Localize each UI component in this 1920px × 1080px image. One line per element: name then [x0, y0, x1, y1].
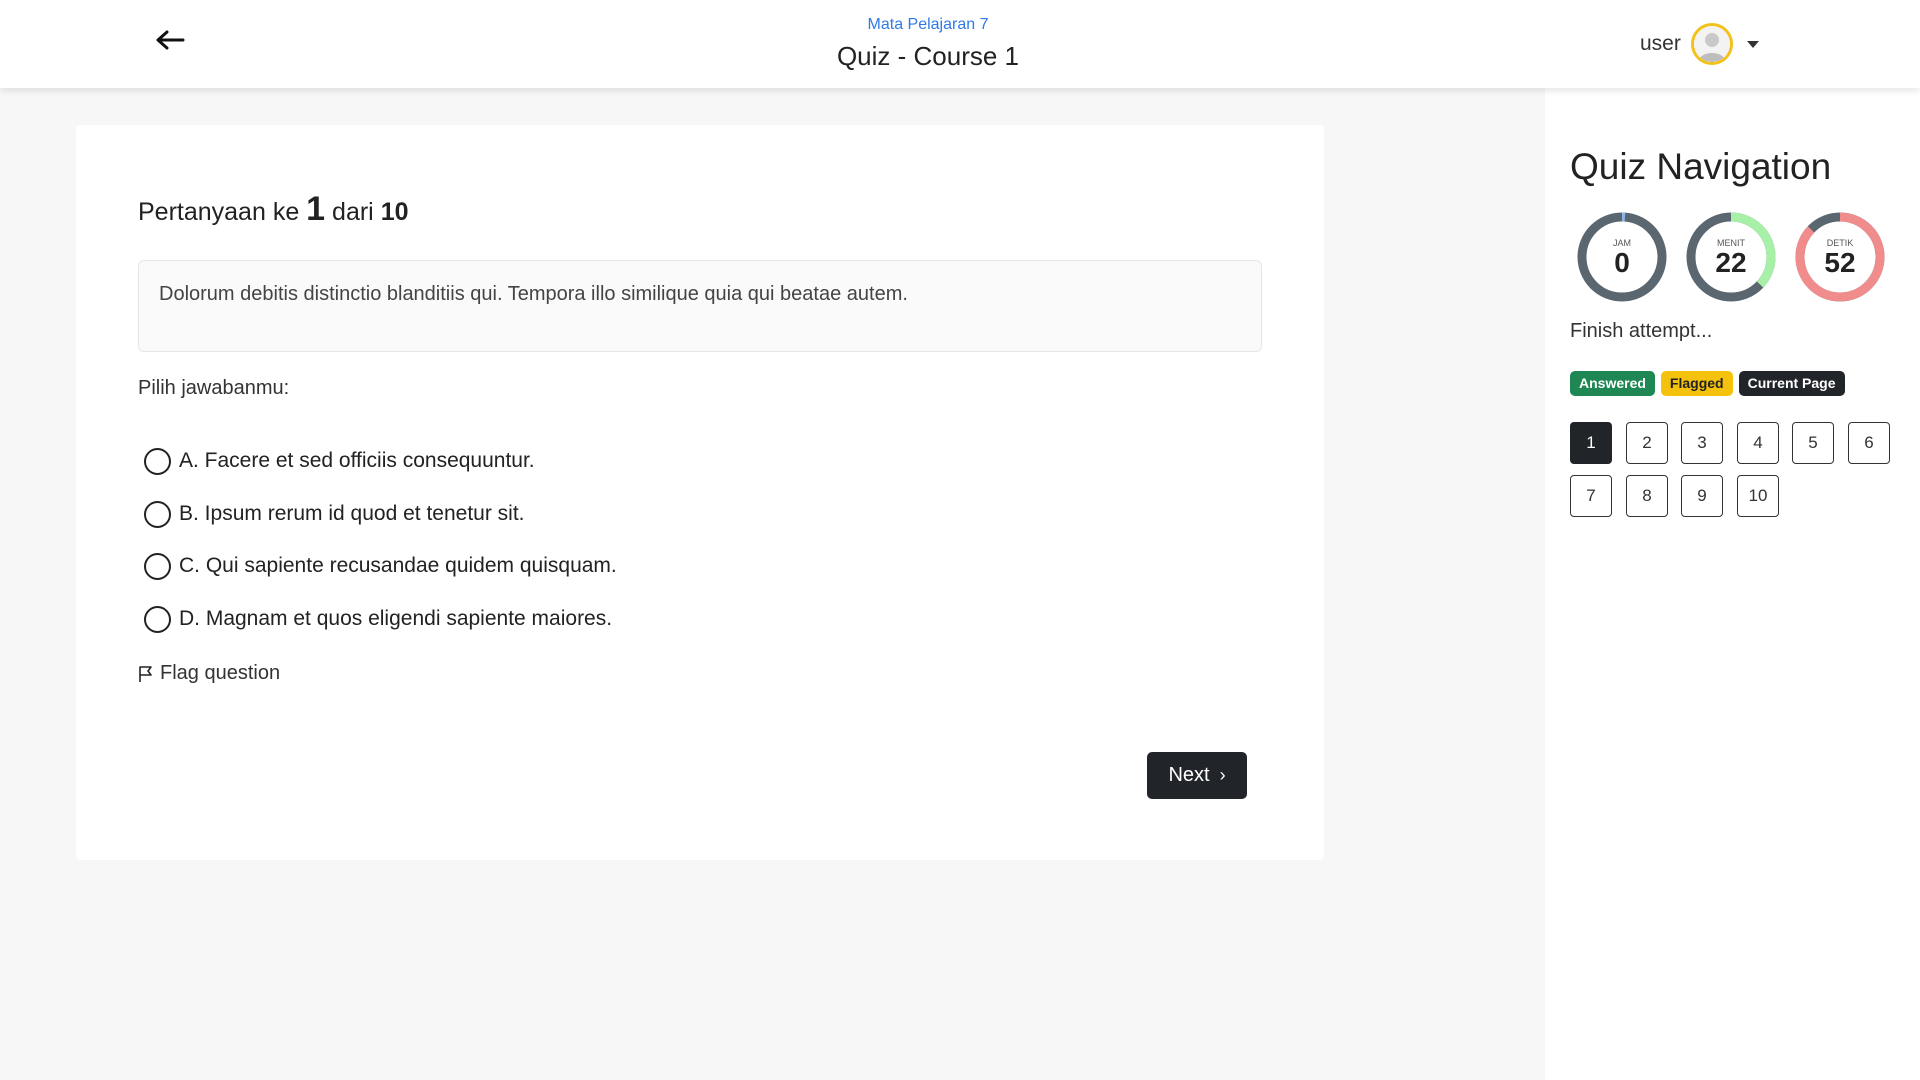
- radio-option-c[interactable]: [144, 552, 171, 580]
- radio-option-b[interactable]: [144, 500, 171, 528]
- option-label: D. Magnam et quos eligendi sapiente maio…: [179, 607, 613, 630]
- question-text: Dolorum debitis distinctio blanditiis qu…: [159, 283, 908, 305]
- flag-icon: [139, 665, 152, 682]
- answer-option-c[interactable]: C. Qui sapiente recusandae quidem quisqu…: [144, 548, 617, 584]
- page-title: Quiz - Course 1: [836, 41, 1020, 71]
- question-nav-button[interactable]: 2: [1626, 422, 1668, 464]
- status-legend: Answered Flagged Current Page: [1570, 371, 1851, 396]
- question-text-box: Dolorum debitis distinctio blanditiis qu…: [138, 260, 1262, 352]
- quiz-navigation-panel: Quiz Navigation JAM 0 MENIT 22 DETIK 52: [1545, 88, 1920, 1080]
- next-label: Next: [1168, 764, 1210, 786]
- total-questions: 10: [380, 198, 409, 226]
- flag-question-label: Flag question: [160, 662, 281, 684]
- radio-option-a[interactable]: [144, 447, 171, 475]
- answer-option-a[interactable]: A. Facere et sed officiis consequuntur.: [144, 443, 535, 479]
- back-button[interactable]: [150, 20, 190, 60]
- radio-option-d[interactable]: [144, 605, 171, 633]
- option-label: B. Ipsum rerum id quod et tenetur sit.: [179, 502, 525, 525]
- answer-option-d[interactable]: D. Magnam et quos eligendi sapiente maio…: [144, 601, 612, 637]
- user-avatar-icon[interactable]: [1690, 23, 1733, 65]
- timer-minutes-value: 22: [1715, 247, 1747, 278]
- current-question-number: 1: [306, 190, 326, 228]
- heading-middle: dari: [332, 198, 374, 226]
- question-nav-button[interactable]: 1: [1570, 422, 1612, 464]
- top-bar: Mata Pelajaran 7 Quiz - Course 1 user: [0, 0, 1920, 88]
- avatar-image: [1693, 26, 1730, 62]
- legend-current-badge: Current Page: [1738, 371, 1845, 396]
- timer-hours: JAM 0: [1577, 212, 1667, 302]
- legend-flagged-badge: Flagged: [1660, 371, 1733, 396]
- finish-attempt-link[interactable]: Finish attempt...: [1570, 320, 1712, 343]
- heading-prefix: Pertanyaan ke: [138, 198, 300, 226]
- chevron-right-icon: ›: [1219, 765, 1226, 785]
- header-titles: Mata Pelajaran 7 Quiz - Course 1: [660, 14, 1196, 74]
- timer-seconds: DETIK 52: [1795, 212, 1885, 302]
- question-nav-button[interactable]: 3: [1681, 422, 1723, 464]
- timer-seconds-value: 52: [1824, 247, 1856, 278]
- option-label: A. Facere et sed officiis consequuntur.: [179, 449, 535, 472]
- question-nav-button[interactable]: 4: [1737, 422, 1779, 464]
- question-nav-button[interactable]: 5: [1792, 422, 1834, 464]
- answer-option-b[interactable]: B. Ipsum rerum id quod et tenetur sit.: [144, 496, 525, 532]
- question-card: Pertanyaan ke 1 dari 10 Dolorum debitis …: [76, 125, 1324, 860]
- question-nav-button[interactable]: 6: [1848, 422, 1890, 464]
- question-nav-button[interactable]: 7: [1570, 475, 1612, 517]
- legend-answered-badge: Answered: [1570, 371, 1655, 396]
- flag-question-button[interactable]: Flag question: [138, 662, 280, 685]
- arrow-left-icon: [156, 30, 185, 50]
- question-nav-button[interactable]: 9: [1681, 475, 1723, 517]
- next-button[interactable]: Next ›: [1147, 752, 1247, 799]
- question-nav-button[interactable]: 10: [1737, 475, 1779, 517]
- user-name: user: [1640, 32, 1681, 55]
- question-heading: Pertanyaan ke 1 dari 10: [138, 190, 409, 229]
- timer-hours-value: 0: [1614, 247, 1630, 278]
- option-label: C. Qui sapiente recusandae quidem quisqu…: [179, 554, 617, 577]
- user-menu[interactable]: user: [1640, 20, 1759, 68]
- subject-link[interactable]: Mata Pelajaran 7: [660, 14, 1196, 36]
- quiz-navigation-title: Quiz Navigation: [1570, 146, 1832, 187]
- timer-minutes: MENIT 22: [1686, 212, 1776, 302]
- caret-down-icon[interactable]: [1746, 40, 1759, 48]
- question-nav-button[interactable]: 8: [1626, 475, 1668, 517]
- choose-answer-label: Pilih jawabanmu:: [138, 377, 290, 399]
